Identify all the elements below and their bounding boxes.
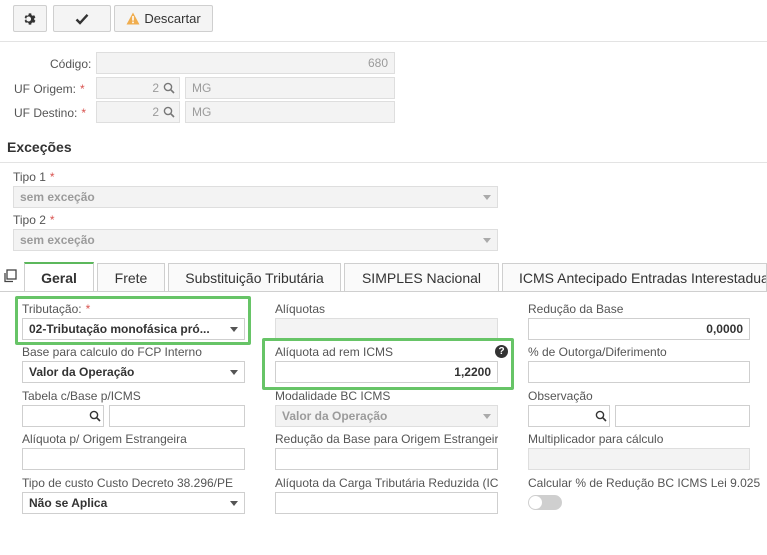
uf-destino-name-field: MG [185, 101, 395, 123]
excecoes-divider [0, 162, 767, 163]
tabela-base-label: Tabela c/Base p/ICMS [22, 389, 141, 403]
aliquotas-field [275, 318, 498, 340]
tab-substituicao-tributaria[interactable]: Substituição Tributária [168, 263, 341, 291]
base-fcp-label: Base para calculo do FCP Interno [22, 345, 202, 359]
multiplicador-label: Multiplicador para cálculo [528, 432, 664, 446]
aliquota-carga-field[interactable] [275, 492, 498, 514]
copy-icon[interactable] [3, 269, 17, 283]
chevron-down-icon [483, 414, 491, 419]
discard-label: Descartar [144, 11, 201, 26]
gear-icon [24, 12, 36, 25]
tabela-base-name-field[interactable] [109, 405, 245, 427]
search-icon[interactable] [595, 410, 607, 422]
tipo2-select[interactable]: sem exceção [13, 229, 498, 251]
outorga-field[interactable] [528, 361, 750, 383]
chevron-down-icon [483, 238, 491, 243]
search-icon[interactable] [163, 106, 175, 118]
confirm-button[interactable] [53, 5, 111, 32]
tab-frete[interactable]: Frete [97, 263, 165, 291]
reducao-origem-label: Redução da Base para Origem Estrangeira [275, 432, 498, 446]
search-icon[interactable] [89, 410, 101, 422]
calcular-reducao-label: Calcular % de Redução BC ICMS Lei 9.025 [528, 476, 761, 490]
observacao-name-field[interactable] [615, 405, 750, 427]
aliquota-origem-field[interactable] [22, 448, 245, 470]
chevron-down-icon [230, 370, 238, 375]
uf-destino-label: UF Destino: * [14, 106, 87, 120]
settings-button[interactable] [13, 5, 47, 32]
chevron-down-icon [230, 501, 238, 506]
aliquotas-label: Alíquotas [275, 302, 326, 316]
uf-origem-label: UF Origem: * [14, 82, 85, 96]
uf-origem-name-field: MG [185, 77, 395, 99]
aliquota-ad-rem-highlight [262, 338, 514, 390]
chevron-down-icon [483, 195, 491, 200]
reducao-base-label: Redução da Base [528, 302, 624, 316]
tipo2-label: Tipo 2 * [13, 213, 55, 227]
tipo-custo-select[interactable]: Não se Aplica [22, 492, 245, 514]
tipo-custo-label: Tipo de custo Custo Decreto 38.296/PE [22, 476, 234, 490]
tabs-divider [0, 291, 767, 292]
observacao-label: Observação [528, 389, 593, 403]
modalidade-label: Modalidade BC ICMS [275, 389, 391, 403]
outorga-label: % de Outorga/Diferimento [528, 345, 667, 359]
toggle-knob [529, 496, 542, 509]
modalidade-select[interactable]: Valor da Operação [275, 405, 498, 427]
base-fcp-select[interactable]: Valor da Operação [22, 361, 245, 383]
tab-icms-antecipado[interactable]: ICMS Antecipado Entradas Interestaduais [502, 263, 767, 291]
calcular-reducao-toggle[interactable] [528, 495, 562, 510]
toolbar-divider [0, 41, 767, 42]
discard-button[interactable]: Descartar [114, 5, 213, 32]
reducao-base-field[interactable]: 0,0000 [528, 318, 750, 340]
tipo1-label: Tipo 1 * [13, 170, 55, 184]
search-icon[interactable] [163, 82, 175, 94]
aliquota-carga-label: Alíquota da Carga Tributária Reduzida (I… [275, 476, 498, 490]
multiplicador-field [528, 448, 750, 470]
tab-geral[interactable]: Geral [24, 262, 94, 291]
excecoes-title: Exceções [7, 139, 72, 155]
tab-simples-nacional[interactable]: SIMPLES Nacional [344, 263, 499, 291]
warning-icon [126, 12, 140, 25]
codigo-label: Código: [50, 57, 92, 71]
tributacao-highlight [15, 296, 251, 345]
reducao-origem-field[interactable] [275, 448, 498, 470]
check-icon [75, 13, 89, 25]
codigo-field[interactable]: 680 [96, 52, 395, 74]
aliquota-origem-label: Alíquota p/ Origem Estrangeira [22, 432, 187, 446]
tipo1-select[interactable]: sem exceção [13, 186, 498, 208]
